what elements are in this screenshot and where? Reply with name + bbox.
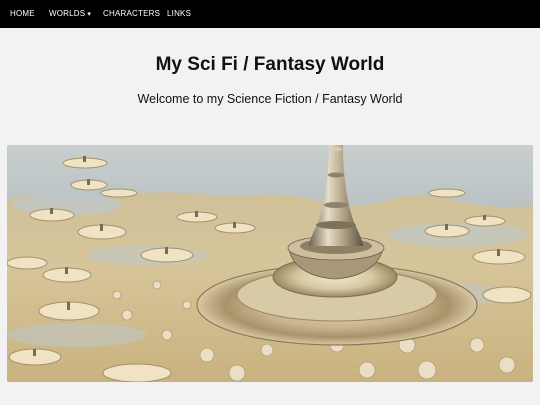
top-navbar: HOME WORLDS ▾ CHARACTERS LINKS (0, 0, 540, 28)
page-subtitle: Welcome to my Science Fiction / Fantasy … (137, 92, 403, 106)
nav-home-link[interactable]: HOME (10, 0, 35, 28)
nav-characters-link[interactable]: CHARACTERS (103, 0, 160, 28)
nav-worlds-label: WORLDS (49, 9, 86, 18)
hero-image (7, 145, 533, 382)
page-title: My Sci Fi / Fantasy World (155, 54, 385, 75)
fractal-landscape-image (7, 145, 533, 382)
page-bottom (0, 388, 540, 405)
nav-links-link[interactable]: LINKS (167, 0, 191, 28)
chevron-down-icon: ▾ (87, 11, 92, 18)
nav-worlds-dropdown[interactable]: WORLDS ▾ (49, 0, 91, 28)
